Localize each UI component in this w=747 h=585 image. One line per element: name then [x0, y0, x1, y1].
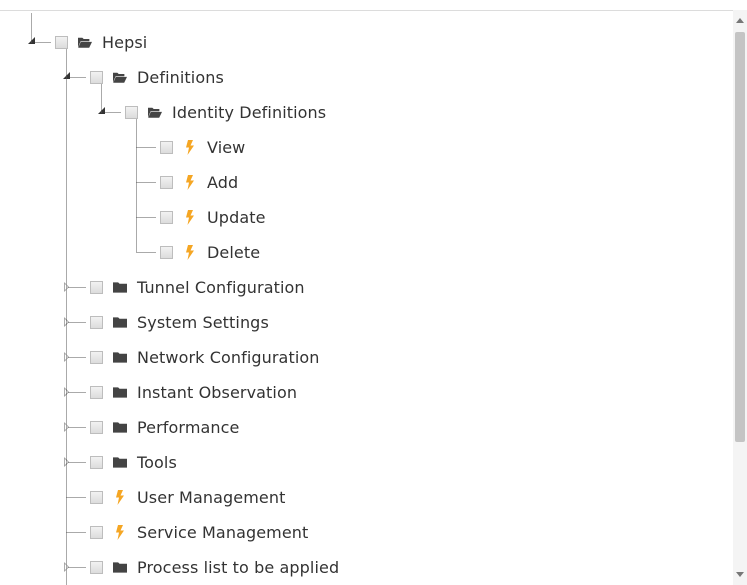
tree-node-label[interactable]: Service Management: [137, 523, 308, 542]
tree-node[interactable]: Instant Observation: [90, 379, 297, 405]
scroll-up-arrow-icon[interactable]: [733, 10, 747, 30]
tree-node[interactable]: Identity Definitions: [125, 99, 326, 125]
folder-icon: [113, 385, 127, 399]
bolt-icon: [183, 244, 197, 260]
tree-node-checkbox[interactable]: [90, 420, 103, 434]
tree-node-checkbox[interactable]: [90, 525, 103, 539]
tree-node-label[interactable]: Performance: [137, 418, 240, 437]
tree-node-label[interactable]: Identity Definitions: [172, 103, 326, 122]
folder-icon: [113, 280, 127, 294]
tree-node-checkbox[interactable]: [90, 350, 103, 364]
tree-node[interactable]: Delete: [160, 239, 260, 265]
tree-node-label[interactable]: Add: [207, 173, 238, 192]
tree-node-checkbox[interactable]: [90, 315, 103, 329]
tree-node-checkbox[interactable]: [90, 280, 103, 294]
tree-node[interactable]: Hepsi: [55, 29, 147, 55]
folder-icon: [113, 560, 127, 574]
tree-node-label[interactable]: Definitions: [137, 68, 224, 87]
folder-icon: [113, 350, 127, 364]
tree-node-checkbox[interactable]: [90, 490, 103, 504]
scrollbar-thumb[interactable]: [735, 32, 745, 442]
tree-node[interactable]: Performance: [90, 414, 240, 440]
tree-node-checkbox[interactable]: [90, 560, 103, 574]
tree-node-label[interactable]: System Settings: [137, 313, 269, 332]
tree-node-label[interactable]: Tunnel Configuration: [137, 278, 305, 297]
bolt-icon: [183, 139, 197, 155]
tree-node-checkbox[interactable]: [125, 105, 138, 119]
tree-node[interactable]: Tools: [90, 449, 177, 475]
tree-node-checkbox[interactable]: [160, 175, 173, 189]
tree-node-label[interactable]: Process list to be applied: [137, 558, 339, 577]
tree-node-label[interactable]: Instant Observation: [137, 383, 297, 402]
tree-node[interactable]: User Management: [90, 484, 285, 510]
tree-node-label[interactable]: Delete: [207, 243, 260, 262]
tree-node-label[interactable]: Tools: [137, 453, 177, 472]
bolt-icon: [113, 524, 127, 540]
tree-node-label[interactable]: Hepsi: [102, 33, 147, 52]
bolt-icon: [183, 209, 197, 225]
tree-node[interactable]: View: [160, 134, 245, 160]
tree-node-checkbox[interactable]: [160, 210, 173, 224]
tree-node-checkbox[interactable]: [160, 140, 173, 154]
folder-open-icon: [78, 35, 92, 49]
tree-node[interactable]: Process list to be applied: [90, 554, 339, 580]
tree-node-checkbox[interactable]: [90, 70, 103, 84]
bolt-icon: [113, 489, 127, 505]
tree-node[interactable]: Service Management: [90, 519, 308, 545]
bolt-icon: [183, 174, 197, 190]
tree-node-checkbox[interactable]: [160, 245, 173, 259]
vertical-scrollbar[interactable]: [733, 10, 747, 585]
tree-node[interactable]: System Settings: [90, 309, 269, 335]
tree-viewport: Hepsi Definitions Identity Definitions View…: [0, 10, 733, 585]
tree-node-checkbox[interactable]: [55, 35, 68, 49]
tree-node[interactable]: Definitions: [90, 64, 224, 90]
tree-node[interactable]: Update: [160, 204, 266, 230]
tree-node[interactable]: Add: [160, 169, 238, 195]
scroll-down-arrow-icon[interactable]: [733, 565, 747, 585]
tree-node-checkbox[interactable]: [90, 455, 103, 469]
folder-open-icon: [113, 70, 127, 84]
tree-node-label[interactable]: Network Configuration: [137, 348, 320, 367]
folder-icon: [113, 315, 127, 329]
folder-icon: [113, 420, 127, 434]
tree-node-label[interactable]: Update: [207, 208, 266, 227]
folder-icon: [113, 455, 127, 469]
tree-node-label[interactable]: User Management: [137, 488, 285, 507]
tree-node[interactable]: Tunnel Configuration: [90, 274, 305, 300]
tree-node-label[interactable]: View: [207, 138, 245, 157]
tree-node-checkbox[interactable]: [90, 385, 103, 399]
permission-tree-panel: Hepsi Definitions Identity Definitions View…: [0, 0, 747, 585]
tree-node[interactable]: Network Configuration: [90, 344, 320, 370]
folder-open-icon: [148, 105, 162, 119]
